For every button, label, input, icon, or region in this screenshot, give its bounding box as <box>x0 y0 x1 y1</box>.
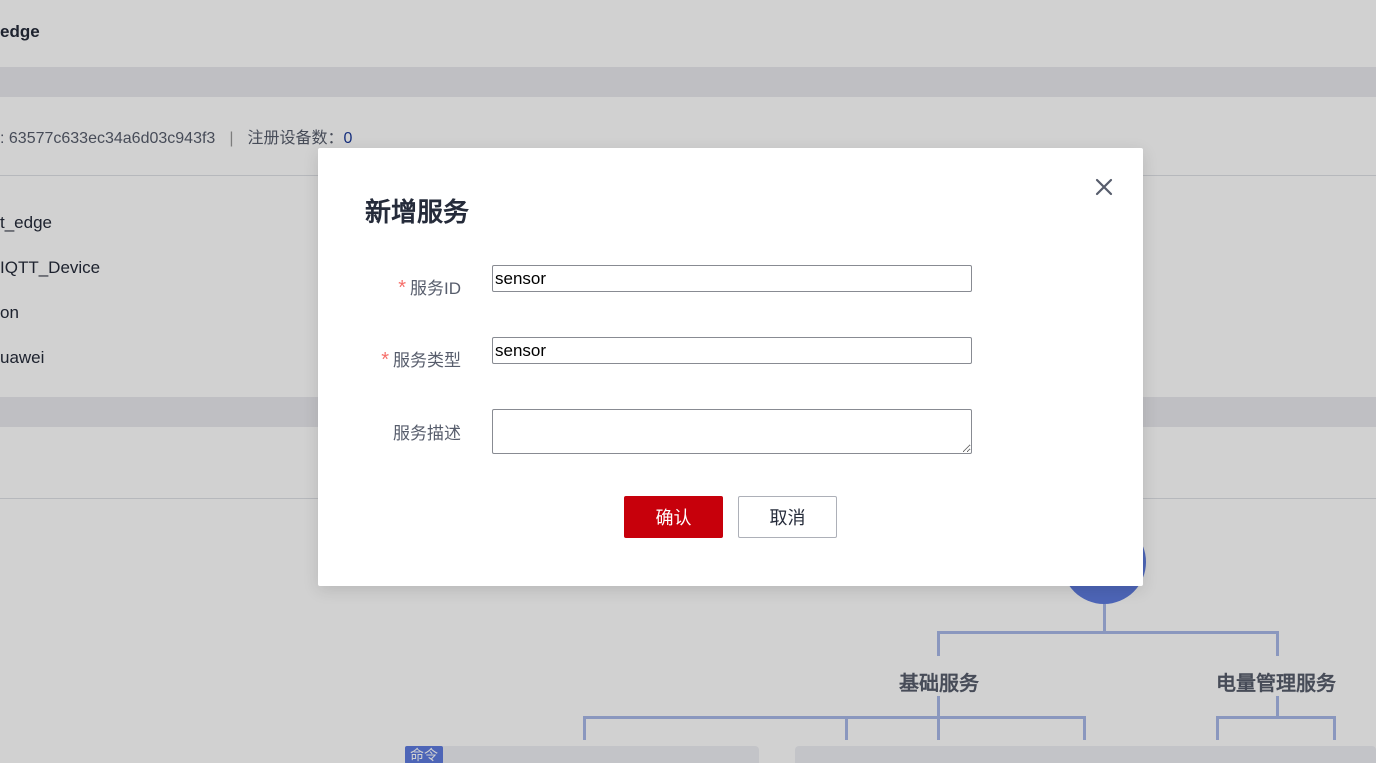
service-type-input[interactable] <box>492 337 972 364</box>
cancel-button[interactable]: 取消 <box>738 496 837 538</box>
close-icon[interactable] <box>1091 174 1117 200</box>
service-desc-textarea[interactable] <box>492 409 972 454</box>
required-mark: * <box>398 277 406 299</box>
add-service-dialog: 新增服务 *服务ID *服务类型 服务描述 确认 取消 <box>318 148 1143 586</box>
confirm-button[interactable]: 确认 <box>624 496 723 538</box>
service-id-label: * 服务ID <box>398 277 461 299</box>
dialog-title: 新增服务 <box>365 197 470 227</box>
service-desc-label: 服务描述 <box>393 424 461 443</box>
service-id-input[interactable] <box>492 265 972 292</box>
required-mark: * <box>381 349 389 371</box>
service-type-label: * 服务类型 <box>381 349 461 371</box>
